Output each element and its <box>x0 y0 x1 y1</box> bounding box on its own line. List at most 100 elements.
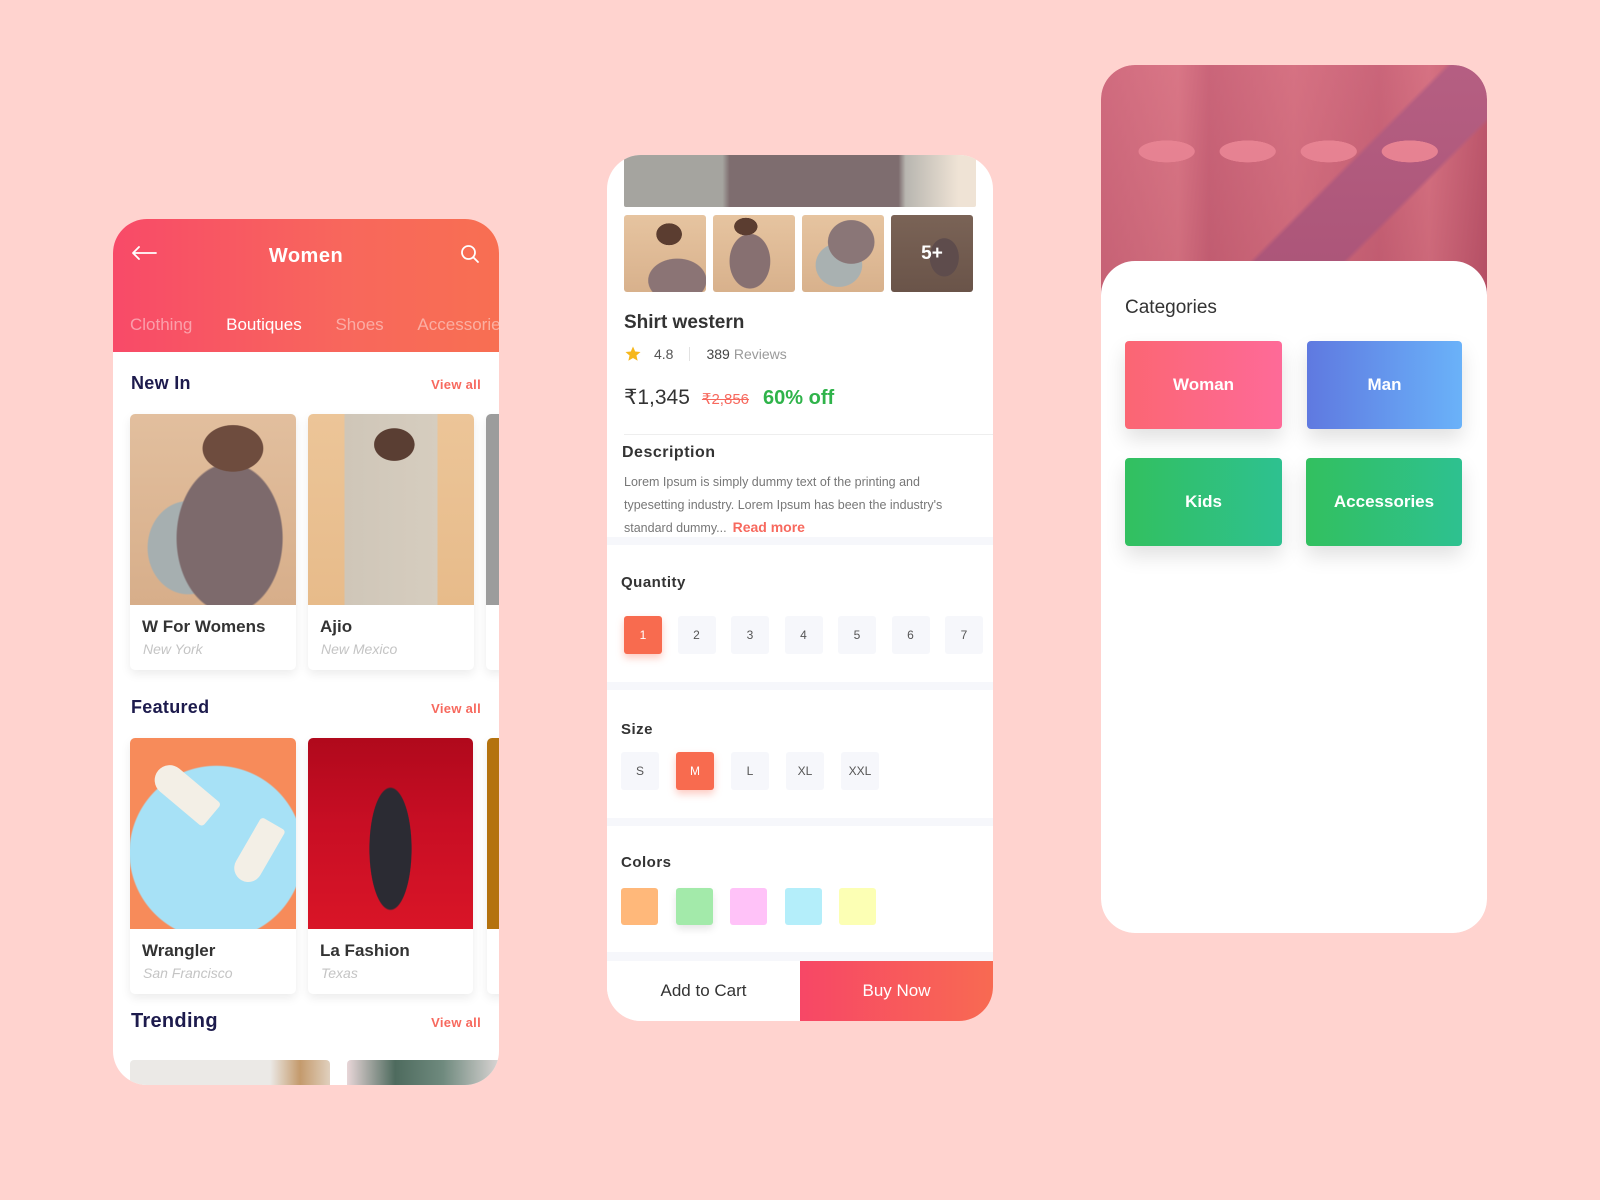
boutique-image <box>308 414 474 605</box>
thumbnail-gallery: 5+ <box>624 215 980 292</box>
description-text: Lorem Ipsum is simply dummy text of the … <box>624 471 974 540</box>
boutique-card-partial[interactable] <box>486 414 499 670</box>
view-all-link[interactable]: View all <box>431 701 481 716</box>
category-tile-accessories[interactable]: Accessories <box>1306 458 1462 546</box>
original-price: ₹2,856 <box>701 391 750 408</box>
size-option[interactable]: XXL <box>841 752 879 790</box>
rating-row: 4.8 389 Reviews <box>624 345 787 363</box>
boutique-name: La Fashion <box>320 941 410 960</box>
section-separator <box>607 537 993 545</box>
quantity-option[interactable]: 3 <box>731 616 769 654</box>
categories-title: Categories <box>1125 297 1217 318</box>
reviews-count: 389 <box>706 346 730 362</box>
size-option[interactable]: XL <box>786 752 824 790</box>
quantity-option[interactable]: 4 <box>784 616 823 654</box>
boutique-name: Wrangler <box>142 941 216 960</box>
size-option[interactable]: S <box>621 752 659 790</box>
boutique-card[interactable]: W For Womens New York <box>130 414 296 670</box>
category-tabs: Clothing Boutiques Shoes Accessories <box>130 315 499 335</box>
category-tile-kids[interactable]: Kids <box>1125 458 1282 546</box>
color-swatch-yellow[interactable] <box>839 888 876 925</box>
boutique-name: Ajio <box>320 617 353 636</box>
boutique-name: W For Womens <box>142 617 266 636</box>
boutique-location: New York <box>143 641 203 657</box>
description-title: Description <box>622 444 716 461</box>
color-selector <box>621 888 894 925</box>
quantity-option[interactable]: 1 <box>624 616 662 654</box>
category-tile-woman[interactable]: Woman <box>1125 341 1282 429</box>
quantity-option[interactable]: 6 <box>891 616 930 654</box>
color-swatch-blue[interactable] <box>784 888 822 925</box>
tab-clothing[interactable]: Clothing <box>130 315 192 335</box>
buy-now-button[interactable]: Buy Now <box>800 961 993 1021</box>
quantity-selector: 1234567 <box>624 616 993 654</box>
add-to-cart-button[interactable]: Add to Cart <box>607 961 800 1021</box>
section-separator <box>607 818 993 826</box>
boutique-card-partial[interactable] <box>487 738 499 994</box>
boutique-card[interactable]: Ajio New Mexico <box>308 414 474 670</box>
header-bar: Women Clothing Boutiques Shoes Accessori… <box>113 219 499 352</box>
current-price: ₹1,345 <box>624 386 690 409</box>
product-thumbnail[interactable] <box>713 215 795 292</box>
read-more-link[interactable]: Read more <box>733 519 805 535</box>
new-in-carousel: W For Womens New York Ajio New Mexico <box>130 414 499 670</box>
product-thumbnail[interactable] <box>624 215 706 292</box>
boutique-image <box>130 414 296 605</box>
quantity-option[interactable]: 7 <box>945 616 983 654</box>
view-all-link[interactable]: View all <box>431 377 481 392</box>
color-swatch-green[interactable] <box>675 888 713 925</box>
quantity-title: Quantity <box>621 574 686 591</box>
more-photos-count: 5+ <box>921 242 943 264</box>
boutique-card[interactable]: Wrangler San Francisco <box>130 738 296 994</box>
boutique-location: San Francisco <box>143 965 233 981</box>
page-title: Women <box>268 245 344 267</box>
size-title: Size <box>621 721 654 738</box>
rating-value: 4.8 <box>654 346 674 362</box>
star-icon <box>625 346 641 361</box>
boutique-location: Texas <box>321 965 358 981</box>
color-swatch-orange[interactable] <box>621 888 658 925</box>
boutique-image <box>308 738 473 929</box>
boutique-image <box>486 414 499 605</box>
product-thumbnail[interactable] <box>802 215 884 292</box>
tab-accessories[interactable]: Accessories <box>417 315 499 335</box>
quantity-option[interactable]: 2 <box>677 616 716 654</box>
discount-badge: 60% off <box>763 387 835 409</box>
product-thumbnail-more[interactable]: 5+ <box>891 215 973 292</box>
quantity-option[interactable]: 5 <box>838 616 876 654</box>
tab-shoes[interactable]: Shoes <box>335 315 383 335</box>
product-detail-screen: 5+ Shirt western 4.8 389 Reviews ₹1,345 … <box>607 155 993 1021</box>
trending-card[interactable] <box>130 1060 330 1085</box>
featured-carousel: Wrangler San Francisco La Fashion Texas <box>130 738 499 994</box>
search-icon[interactable] <box>459 243 481 265</box>
size-option[interactable]: M <box>676 752 714 790</box>
section-title: Featured <box>131 697 210 717</box>
reviews-label[interactable]: Reviews <box>734 346 787 362</box>
color-swatch-pink[interactable] <box>730 888 767 925</box>
product-title: Shirt western <box>624 312 745 333</box>
category-tile-man[interactable]: Man <box>1307 341 1462 429</box>
section-title: New In <box>131 373 191 393</box>
boutique-location: New Mexico <box>321 641 398 657</box>
view-all-link[interactable]: View all <box>431 1015 481 1030</box>
colors-title: Colors <box>621 854 672 871</box>
boutique-image <box>487 738 499 929</box>
women-listing-screen: Women Clothing Boutiques Shoes Accessori… <box>113 219 499 1085</box>
product-hero-image <box>624 155 976 207</box>
section-header-trending: Trending View all <box>131 1010 481 1033</box>
categories-screen: Categories Woman Man Kids Accessories <box>1101 65 1487 933</box>
size-option[interactable]: L <box>731 752 769 790</box>
trending-card[interactable] <box>347 1060 499 1085</box>
price-row: ₹1,345 ₹2,856 60% off <box>624 385 834 410</box>
section-separator <box>607 682 993 690</box>
boutique-image <box>130 738 296 929</box>
divider <box>624 434 993 435</box>
section-header-new-in: New In View all <box>131 373 481 394</box>
divider <box>689 347 691 361</box>
tab-boutiques[interactable]: Boutiques <box>226 315 302 335</box>
section-title: Trending <box>131 1010 218 1032</box>
size-selector: S M L XL XXL <box>621 752 896 790</box>
section-header-featured: Featured View all <box>131 697 481 718</box>
categories-panel: Categories Woman Man Kids Accessories <box>1101 261 1487 933</box>
boutique-card[interactable]: La Fashion Texas <box>308 738 473 994</box>
